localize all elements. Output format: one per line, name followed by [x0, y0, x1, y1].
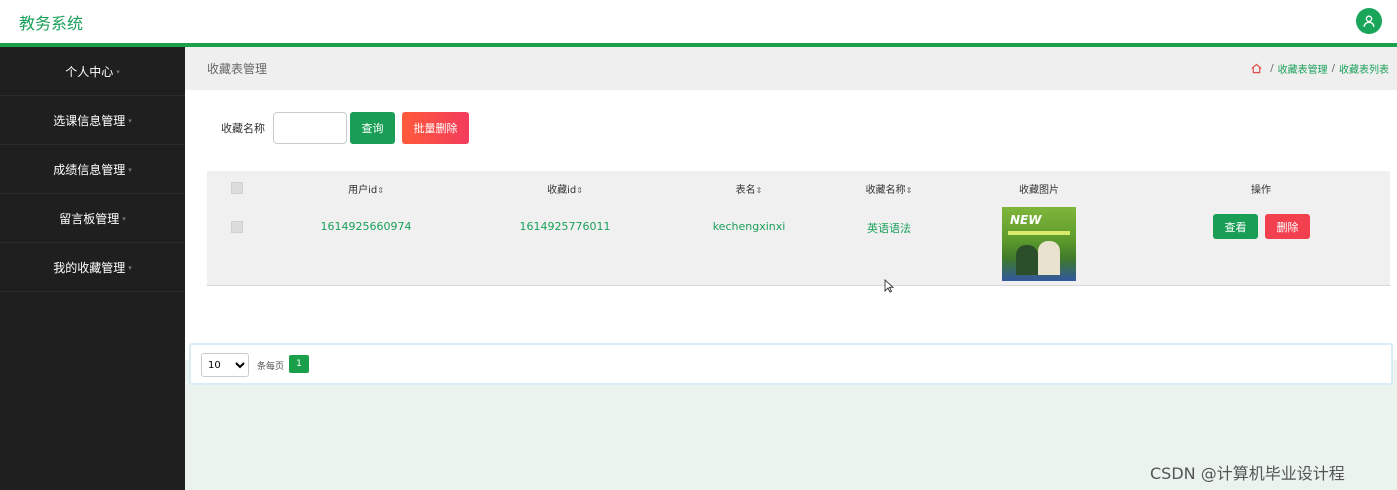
- mouse-cursor-icon: [884, 279, 894, 293]
- page-title: 收藏表管理: [207, 62, 268, 76]
- sidebar-item-label: 个人中心: [65, 64, 114, 79]
- query-button[interactable]: 查询: [350, 112, 395, 144]
- fav-name-input[interactable]: [273, 112, 347, 144]
- per-page-label: 条每页: [257, 362, 285, 372]
- column-header-fav-name[interactable]: 收藏名称⇕: [866, 181, 913, 196]
- watermark: CSDN @计算机毕业设计程: [1150, 464, 1345, 483]
- sort-icon[interactable]: ⇕: [906, 186, 913, 195]
- chevron-down-icon: ▾: [122, 215, 126, 223]
- column-header-actions: 操作: [1251, 185, 1271, 196]
- page-size-select[interactable]: 10: [201, 353, 249, 377]
- column-header-fav-id[interactable]: 收藏id⇕: [547, 181, 583, 196]
- sidebar-item-course-selection[interactable]: 选课信息管理 ▾: [0, 96, 185, 145]
- fav-image[interactable]: NEW: [1002, 207, 1076, 281]
- main-area: 收藏表管理 / 收藏表管理 / 收藏表列表 收藏名称 查询 批量删除 用户id⇕…: [185, 47, 1397, 490]
- table-header: 用户id⇕ 收藏id⇕ 表名⇕ 收藏名称⇕ 收藏图片 操作: [207, 171, 1390, 203]
- column-header-fav-image: 收藏图片: [1019, 185, 1059, 196]
- content-panel: 收藏名称 查询 批量删除 用户id⇕ 收藏id⇕ 表名⇕ 收藏名称⇕ 收藏图片 …: [185, 90, 1397, 385]
- search-label: 收藏名称: [221, 122, 265, 135]
- sidebar-item-label: 我的收藏管理: [53, 260, 126, 275]
- breadcrumb-separator: /: [1270, 63, 1274, 74]
- chevron-down-icon: ▾: [128, 264, 132, 272]
- select-all-checkbox[interactable]: [231, 182, 243, 194]
- breadcrumb: / 收藏表管理 / 收藏表列表: [1251, 61, 1389, 76]
- home-icon[interactable]: [1251, 63, 1262, 74]
- sort-icon[interactable]: ⇕: [576, 186, 583, 195]
- user-avatar-icon[interactable]: [1356, 8, 1382, 34]
- breadcrumb-separator: /: [1331, 63, 1335, 74]
- sort-icon[interactable]: ⇕: [377, 186, 384, 195]
- column-header-user-id[interactable]: 用户id⇕: [348, 181, 384, 196]
- pagination: 10 条每页 1: [189, 343, 1393, 385]
- breadcrumb-link-fav-manage[interactable]: 收藏表管理: [1278, 61, 1328, 76]
- chevron-down-icon: ▾: [128, 166, 132, 174]
- breadcrumb-link-fav-list[interactable]: 收藏表列表: [1339, 61, 1389, 76]
- row-checkbox[interactable]: [231, 221, 243, 233]
- sort-icon[interactable]: ⇕: [756, 186, 763, 195]
- sidebar-item-message-board[interactable]: 留言板管理 ▾: [0, 194, 185, 243]
- search-row: 收藏名称 查询 批量删除: [221, 112, 469, 144]
- cell-fav-id: 1614925776011: [519, 220, 611, 233]
- cell-fav-name: 英语语法: [867, 222, 911, 235]
- cell-table-name: kechengxinxi: [712, 220, 786, 233]
- view-button[interactable]: 查看: [1213, 214, 1258, 239]
- top-bar: 教务系统: [0, 0, 1397, 44]
- page-button-current[interactable]: 1: [289, 355, 309, 373]
- fav-table: 用户id⇕ 收藏id⇕ 表名⇕ 收藏名称⇕ 收藏图片 操作 1614925660…: [207, 171, 1390, 286]
- cell-user-id: 1614925660974: [320, 220, 412, 233]
- page-header: 收藏表管理 / 收藏表管理 / 收藏表列表: [185, 47, 1397, 90]
- bulk-delete-button[interactable]: 批量删除: [402, 112, 469, 144]
- column-header-table-name[interactable]: 表名⇕: [736, 181, 763, 196]
- chevron-down-icon: ▾: [116, 68, 120, 76]
- sidebar-item-grades[interactable]: 成绩信息管理 ▾: [0, 145, 185, 194]
- sidebar-item-label: 成绩信息管理: [53, 162, 126, 177]
- sidebar-item-favorites[interactable]: 我的收藏管理 ▾: [0, 243, 185, 292]
- sidebar-item-personal-center[interactable]: 个人中心 ▾: [0, 47, 185, 96]
- image-text: NEW: [1010, 213, 1042, 227]
- chevron-down-icon: ▾: [128, 117, 132, 125]
- sidebar-item-label: 选课信息管理: [53, 113, 126, 128]
- delete-button[interactable]: 删除: [1265, 214, 1310, 239]
- sidebar: 个人中心 ▾ 选课信息管理 ▾ 成绩信息管理 ▾ 留言板管理 ▾ 我的收藏管理 ▾: [0, 47, 185, 490]
- sidebar-item-label: 留言板管理: [59, 211, 120, 226]
- app-title: 教务系统: [19, 14, 84, 33]
